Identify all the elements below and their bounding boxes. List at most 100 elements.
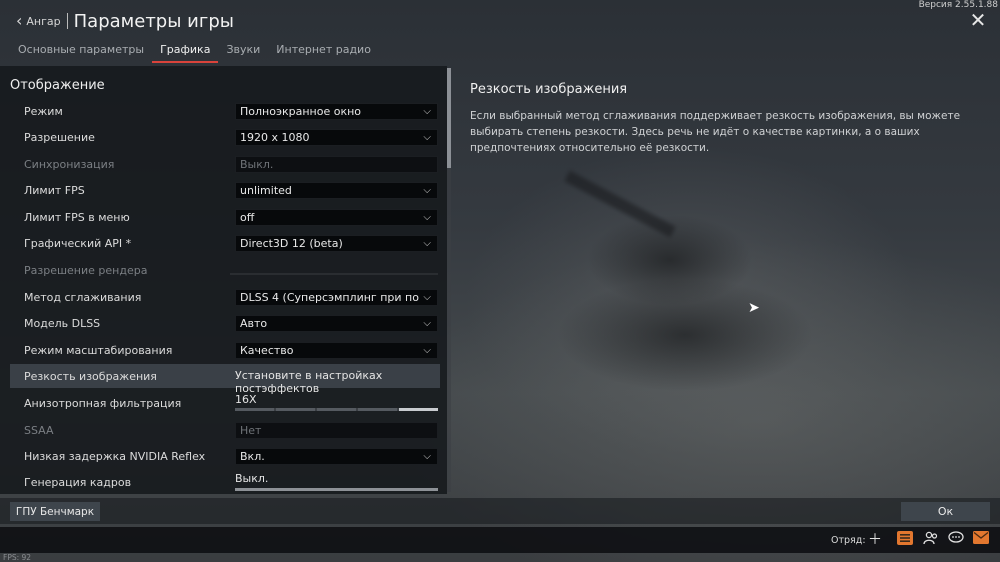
ok-button[interactable]: Ок — [901, 502, 990, 521]
setting-row-frame-generation[interactable]: Генерация кадров Выкл. — [10, 470, 440, 494]
friends-icon[interactable] — [922, 531, 940, 549]
settings-tabs: Основные параметры Графика Звуки Интерне… — [10, 40, 379, 63]
bottom-bar — [0, 498, 1000, 524]
chevron-left-icon: ‹ — [16, 11, 23, 30]
setting-row-mode[interactable]: Режим Полноэкранное окно ⌵ — [10, 99, 440, 123]
antialiasing-dropdown[interactable]: DLSS 4 (Суперсэмплинг при помощи ⌵ — [235, 288, 438, 306]
menu-fps-limit-dropdown[interactable]: off ⌵ — [235, 208, 438, 226]
setting-row-graphics-api[interactable]: Графический API * Direct3D 12 (beta) ⌵ — [10, 231, 440, 255]
setting-label: Разрешение рендера — [24, 263, 148, 277]
render-resolution-slider — [230, 273, 438, 275]
dropdown-value: Полноэкранное окно — [240, 104, 362, 118]
header-divider — [66, 13, 68, 29]
dropdown-value: Вкл. — [240, 449, 265, 463]
scrollbar-thumb[interactable] — [447, 68, 451, 168]
page-title: Параметры игры — [73, 10, 234, 32]
scaling-mode-dropdown[interactable]: Качество ⌵ — [235, 341, 438, 359]
friends-icon-graphic — [923, 531, 938, 545]
setting-row-vsync: Синхронизация Выкл. — [10, 152, 440, 176]
setting-row-reflex[interactable]: Низкая задержка NVIDIA Reflex Вкл. ⌵ — [10, 444, 440, 468]
setting-label: SSAA — [24, 423, 54, 437]
setting-row-anisotropic[interactable]: Анизотропная фильтрация 16X — [10, 391, 440, 415]
close-icon[interactable]: ✕ — [968, 10, 988, 30]
setting-label: Метод сглаживания — [24, 290, 142, 304]
dropdown-value: off — [240, 210, 255, 224]
anisotropic-value: 16X — [235, 393, 257, 406]
field-value: Выкл. — [240, 157, 274, 171]
frame-generation-slider[interactable] — [235, 488, 438, 491]
setting-label: Режим масштабирования — [24, 343, 173, 357]
detail-title: Резкость изображения — [470, 82, 628, 97]
chevron-down-icon: ⌵ — [421, 291, 431, 303]
setting-row-menu-fps-limit[interactable]: Лимит FPS в меню off ⌵ — [10, 205, 440, 229]
dropdown-value: unlimited — [240, 183, 292, 197]
frame-generation-value: Выкл. — [235, 472, 269, 485]
setting-label: Синхронизация — [24, 157, 115, 171]
slider-segment — [399, 408, 438, 411]
squad-label: Отряд: — [831, 535, 866, 546]
dlss-model-dropdown[interactable]: Авто ⌵ — [235, 314, 438, 332]
setting-label: Модель DLSS — [24, 316, 101, 330]
slider-segment — [276, 408, 315, 411]
setting-row-fps-limit[interactable]: Лимит FPS unlimited ⌵ — [10, 178, 440, 202]
slider-segment — [235, 408, 274, 411]
tab-general[interactable]: Основные параметры — [10, 40, 152, 63]
setting-row-sharpness[interactable]: Резкость изображения Установите в настро… — [10, 364, 440, 395]
tab-sound[interactable]: Звуки — [218, 40, 268, 63]
dropdown-value: Авто — [240, 316, 268, 330]
setting-label: Режим — [24, 104, 63, 118]
slider-segment — [317, 408, 356, 411]
chat-icon[interactable] — [947, 531, 965, 549]
dropdown-value: DLSS 4 (Суперсэмплинг при помощи — [240, 290, 420, 304]
setting-row-antialiasing[interactable]: Метод сглаживания DLSS 4 (Суперсэмплинг … — [10, 285, 440, 309]
mail-icon-graphic — [973, 531, 989, 544]
dropdown-value: Качество — [240, 343, 294, 357]
slider-segment — [358, 408, 397, 411]
add-squad-icon[interactable]: ＋ — [866, 531, 884, 549]
chevron-down-icon: ⌵ — [423, 131, 431, 143]
tab-internet-radio[interactable]: Интернет радио — [268, 40, 379, 63]
detail-description: Если выбранный метод сглаживания поддерж… — [470, 110, 961, 154]
anisotropic-slider[interactable] — [235, 408, 438, 411]
back-label: Ангар — [26, 14, 61, 28]
background-tank-barrel — [564, 170, 676, 238]
setting-row-scaling-mode[interactable]: Режим масштабирования Качество ⌵ — [10, 338, 440, 362]
setting-label: Анизотропная фильтрация — [24, 396, 182, 410]
mouse-cursor-icon: ➤ — [748, 300, 760, 316]
chevron-down-icon: ⌵ — [423, 317, 431, 329]
section-title: Отображение — [10, 78, 105, 93]
setting-row-render-resolution: Разрешение рендера — [10, 258, 440, 282]
setting-label: Лимит FPS в меню — [24, 210, 130, 224]
background-tank-image — [520, 170, 850, 410]
field-value: Нет — [240, 423, 262, 437]
fps-counter: FPS: 92 — [3, 553, 32, 562]
setting-label: Низкая задержка NVIDIA Reflex — [24, 449, 206, 463]
setting-label: Резкость изображения — [24, 369, 157, 383]
setting-row-resolution[interactable]: Разрешение 1920 x 1080 ⌵ — [10, 125, 440, 149]
chevron-down-icon: ⌵ — [423, 105, 431, 117]
setting-label: Генерация кадров — [24, 475, 132, 489]
chevron-down-icon: ⌵ — [423, 184, 431, 196]
ssaa-field: Нет — [235, 421, 438, 439]
mail-icon[interactable] — [972, 531, 990, 549]
back-button[interactable]: ‹ Ангар — [16, 13, 61, 29]
tab-graphics[interactable]: Графика — [152, 40, 219, 63]
mode-dropdown[interactable]: Полноэкранное окно ⌵ — [235, 102, 438, 120]
fps-limit-dropdown[interactable]: unlimited ⌵ — [235, 181, 438, 199]
setting-row-dlss-model[interactable]: Модель DLSS Авто ⌵ — [10, 311, 440, 335]
setting-label: Графический API * — [24, 236, 132, 250]
chevron-down-icon: ⌵ — [423, 344, 431, 356]
gpu-benchmark-button[interactable]: ГПУ Бенчмарк — [10, 502, 100, 521]
chevron-down-icon: ⌵ — [423, 450, 431, 462]
dropdown-value: Direct3D 12 (beta) — [240, 236, 343, 250]
graphics-api-dropdown[interactable]: Direct3D 12 (beta) ⌵ — [235, 234, 438, 252]
flag-icon[interactable] — [896, 531, 914, 549]
reflex-dropdown[interactable]: Вкл. ⌵ — [235, 447, 438, 465]
flag-icon-graphic — [897, 531, 913, 545]
header: ‹ Ангар Параметры игры — [16, 8, 234, 34]
chevron-down-icon: ⌵ — [423, 211, 431, 223]
resolution-dropdown[interactable]: 1920 x 1080 ⌵ — [235, 128, 438, 146]
chevron-down-icon: ⌵ — [423, 237, 431, 249]
dropdown-value: 1920 x 1080 — [240, 130, 310, 144]
version-label: Версия 2.55.1.88 — [918, 0, 998, 10]
